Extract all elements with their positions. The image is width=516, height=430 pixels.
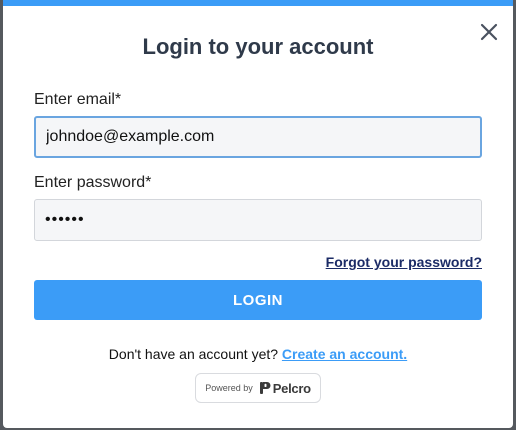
forgot-password-link[interactable]: Forgot your password? <box>326 254 482 270</box>
pelcro-logo-icon <box>259 382 271 394</box>
pelcro-brand-name: Pelcro <box>272 380 311 396</box>
signup-prompt-text: Don't have an account yet? <box>108 346 279 362</box>
signup-prompt: Don't have an account yet? Create an acc… <box>3 346 513 362</box>
modal-accent-bar <box>3 0 513 6</box>
pelcro-logo: Pelcro <box>259 381 311 396</box>
login-button[interactable]: LOGIN <box>34 280 482 320</box>
create-account-link[interactable]: Create an account. <box>282 346 407 362</box>
email-label: Enter email* <box>34 91 122 108</box>
modal-title: Login to your account <box>142 34 374 59</box>
login-modal: Login to your account Enter email* Enter… <box>3 0 513 428</box>
powered-by-badge[interactable]: Powered by Pelcro <box>195 373 321 403</box>
powered-by-text: Powered by <box>205 383 253 393</box>
password-field[interactable] <box>34 199 482 241</box>
email-field[interactable] <box>34 116 482 158</box>
password-label: Enter password* <box>34 174 152 191</box>
